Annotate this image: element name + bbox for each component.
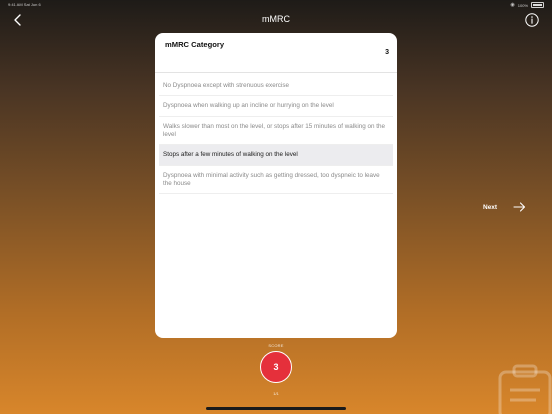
option-label: Dyspnoea when walking up an incline or h… — [163, 102, 334, 110]
next-label: Next — [483, 203, 498, 211]
option-label: No Dyspnoea except with strenuous exerci… — [163, 81, 290, 89]
battery-percent: 100% — [517, 2, 528, 8]
card-title: mMRC Category — [165, 40, 225, 49]
wifi-icon: ◉ — [510, 2, 515, 8]
page-indicator: 1/1 — [273, 391, 279, 396]
arrow-right-icon — [513, 202, 526, 212]
info-button[interactable] — [524, 12, 540, 28]
next-button[interactable]: Next — [483, 199, 528, 215]
option-0[interactable]: No Dyspnoea except with strenuous exerci… — [159, 76, 393, 96]
option-label: Walks slower than most on the level, or … — [163, 123, 386, 138]
status-indicators: ◉ 100% — [510, 2, 544, 8]
score-label: SCORE — [268, 343, 284, 348]
status-time: 9:41 AM Sat Jun 6 — [8, 2, 41, 7]
option-4[interactable]: Dyspnoea with minimal activity such as g… — [159, 166, 393, 194]
selected-value: 3 — [385, 49, 389, 56]
mmrc-category-card: mMRC Category 3 No Dyspnoea except with … — [155, 33, 397, 338]
option-3[interactable]: Stops after a few minutes of walking on … — [159, 145, 393, 166]
home-indicator[interactable] — [206, 407, 346, 410]
score-badge: 3 — [260, 351, 292, 383]
option-label: Dyspnoea with minimal activity such as g… — [163, 172, 380, 187]
score-value: 3 — [273, 362, 279, 372]
card-header: mMRC Category 3 — [155, 33, 397, 73]
option-1[interactable]: Dyspnoea when walking up an incline or h… — [159, 96, 393, 117]
option-label: Stops after a few minutes of walking on … — [163, 151, 298, 159]
status-bar: 9:41 AM Sat Jun 6 ◉ 100% — [0, 0, 552, 10]
option-2[interactable]: Walks slower than most on the level, or … — [159, 117, 393, 145]
battery-icon — [531, 2, 544, 8]
option-list: No Dyspnoea except with strenuous exerci… — [155, 76, 397, 194]
clipboard-icon — [498, 364, 552, 414]
info-icon — [525, 13, 539, 27]
page-title: mMRC — [262, 14, 290, 24]
